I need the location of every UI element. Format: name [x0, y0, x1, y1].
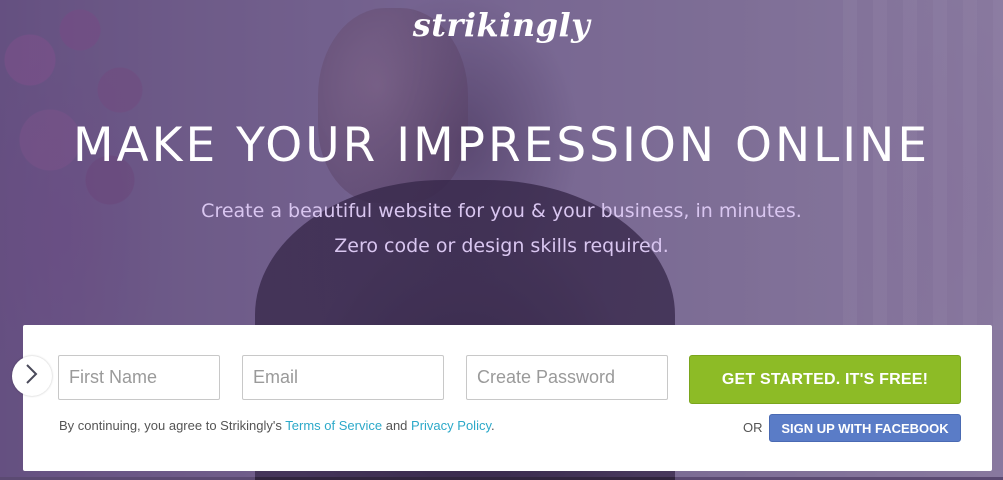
- chevron-right-icon: [24, 363, 40, 390]
- first-name-field[interactable]: [58, 355, 220, 400]
- terms-notice: By continuing, you agree to Strikingly's…: [59, 418, 495, 433]
- create-password-field[interactable]: [466, 355, 668, 400]
- or-label: OR: [743, 420, 763, 435]
- terms-of-service-link[interactable]: Terms of Service: [285, 418, 382, 433]
- terms-prefix: By continuing, you agree to Strikingly's: [59, 418, 282, 433]
- terms-and: and: [385, 418, 408, 433]
- privacy-policy-link[interactable]: Privacy Policy: [411, 418, 491, 433]
- strikingly-logo[interactable]: strikingly: [0, 6, 1003, 44]
- email-field[interactable]: [242, 355, 444, 400]
- hero-headline: MAKE YOUR IMPRESSION ONLINE: [72, 118, 931, 173]
- next-slide-button[interactable]: [12, 356, 52, 396]
- facebook-signup-button[interactable]: SIGN UP WITH FACEBOOK: [769, 414, 961, 442]
- hero-subline-1: Create a beautiful website for you & you…: [201, 200, 802, 222]
- hero-subline-2: Zero code or design skills required.: [334, 235, 669, 257]
- get-started-button[interactable]: GET STARTED. IT'S FREE!: [689, 355, 961, 404]
- terms-suffix: .: [491, 418, 495, 433]
